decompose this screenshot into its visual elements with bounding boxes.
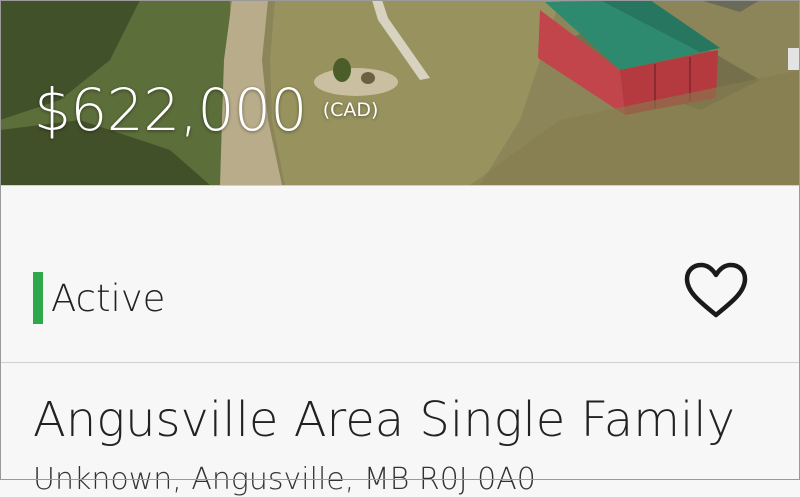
photo-divider [0, 185, 800, 186]
price-amount: $622,000 [34, 76, 307, 144]
price-currency: (CAD) [322, 99, 379, 121]
listing-price: $622,000 (CAD) [34, 76, 378, 144]
status-indicator-bar [33, 272, 43, 324]
section-divider [0, 362, 800, 363]
status-badge: Active [33, 272, 165, 324]
status-label: Active [51, 276, 166, 320]
favorite-button[interactable] [683, 262, 749, 320]
heart-outline-icon [684, 262, 748, 318]
listing-photo[interactable]: $622,000 (CAD) [0, 0, 800, 185]
listing-title[interactable]: Angusville Area Single Family [33, 392, 735, 448]
